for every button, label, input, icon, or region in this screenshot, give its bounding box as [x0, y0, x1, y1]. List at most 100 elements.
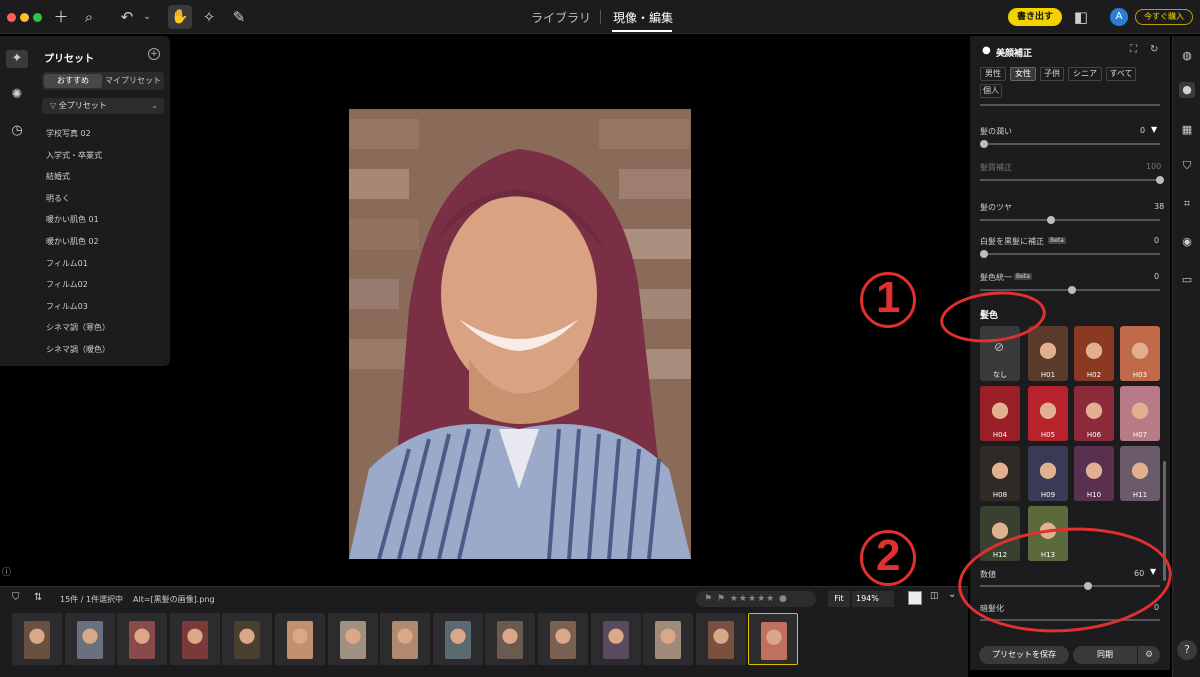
filmstrip-thumbnail[interactable] [538, 613, 588, 665]
help-icon[interactable]: ? [1177, 640, 1197, 660]
slider-track[interactable] [980, 179, 1160, 181]
chevron-down-icon[interactable]: ⌄ [948, 589, 956, 600]
filter-chip[interactable]: 個人 [980, 84, 1002, 98]
preset-item[interactable]: シネマ調（寒色） [46, 322, 110, 333]
add-icon[interactable]: ＋ [52, 8, 70, 26]
filmstrip-thumbnail[interactable] [380, 613, 431, 665]
rating-stars[interactable]: ⚑ ⚑ ★★★★★ ● [696, 591, 816, 607]
hand-tool-icon[interactable]: ✋ [168, 5, 192, 29]
hair-color-swatch[interactable]: H10 [1074, 446, 1114, 501]
preset-item[interactable]: 学校写真 02 [46, 128, 91, 139]
chevron-down-icon[interactable]: ⌄ [138, 8, 156, 26]
minimize-window-button[interactable] [20, 13, 29, 22]
hair-color-swatch[interactable]: H02 [1074, 326, 1114, 381]
preset-item[interactable]: フィルム03 [46, 301, 88, 312]
filter-sun-icon[interactable]: ✺ [8, 86, 26, 104]
filter-chip[interactable]: すべて [1106, 67, 1136, 81]
hair-color-swatch[interactable]: H01 [1028, 326, 1068, 381]
slider-track[interactable] [980, 253, 1160, 255]
zoom-level[interactable]: 194% [852, 591, 894, 607]
preset-item[interactable]: 入学式・卒業式 [46, 150, 102, 161]
filmstrip-thumbnail[interactable] [275, 613, 325, 665]
export-button[interactable]: 書き出す [1008, 8, 1062, 26]
palette-icon[interactable]: ◍ [1179, 48, 1195, 64]
before-after-icon[interactable]: ◫ [930, 591, 939, 601]
hair-color-swatch[interactable]: H06 [1074, 386, 1114, 441]
filter-icon[interactable]: ⛉ [12, 592, 20, 603]
filmstrip-thumbnail[interactable] [117, 613, 168, 665]
hair-color-swatch[interactable]: H03 [1120, 326, 1160, 381]
background-icon[interactable]: ▦ [1179, 122, 1195, 138]
avatar[interactable]: A [1110, 8, 1128, 26]
filmstrip-thumbnail[interactable] [64, 613, 115, 665]
slider-track[interactable] [980, 104, 1160, 106]
filmstrip-thumbnail[interactable] [695, 613, 746, 665]
filter-chip[interactable]: 男性 [980, 67, 1006, 81]
slider-knob[interactable] [1046, 216, 1055, 224]
preset-item[interactable]: フィルム01 [46, 258, 88, 269]
buy-now-button[interactable]: 今すぐ購入 [1135, 9, 1193, 25]
preset-item[interactable]: 暖かい肌色 02 [46, 236, 99, 247]
pen-icon[interactable]: ✎ [230, 8, 248, 26]
save-preset-button[interactable]: プリセットを保存 [979, 646, 1069, 664]
filmstrip-thumbnail[interactable] [643, 613, 694, 665]
preset-item[interactable]: シネマ調（暖色） [46, 344, 110, 355]
slider-knob[interactable] [1156, 176, 1164, 184]
add-preset-icon[interactable]: + [148, 48, 160, 60]
preset-sparkle-icon[interactable]: ✦ [6, 50, 28, 68]
slider-track[interactable] [980, 143, 1160, 145]
undo-icon[interactable]: ↶ [118, 8, 136, 26]
preset-filter-dropdown[interactable]: ▽ 全プリセット ⌄ [42, 98, 164, 114]
zoom-window-button[interactable] [33, 13, 42, 22]
filmstrip-thumbnail[interactable] [169, 613, 220, 665]
search-icon[interactable]: ⌕ [80, 8, 98, 26]
gear-icon[interactable]: ⚙ [1138, 646, 1160, 664]
hair-color-swatch[interactable]: H09 [1028, 446, 1068, 501]
hair-color-swatch[interactable]: H11 [1120, 446, 1160, 501]
compare-view-icon[interactable]: ◧ [1072, 8, 1090, 26]
slider-track[interactable] [980, 219, 1160, 221]
info-icon[interactable]: ⓘ [2, 565, 11, 578]
filmstrip-thumbnail[interactable] [12, 613, 62, 665]
filmstrip-thumbnail[interactable] [748, 613, 799, 665]
chevron-down-icon[interactable]: ▼ [1151, 125, 1157, 134]
fit-button[interactable]: Fit [828, 591, 850, 607]
filter-chip[interactable]: 女性 [1010, 67, 1036, 81]
folder-icon[interactable]: ▭ [1179, 272, 1195, 288]
fit-frame-icon[interactable]: ⛶ [1130, 44, 1137, 55]
clothing-icon[interactable]: ⛉ [1179, 158, 1195, 174]
tab-library[interactable]: ライブラリ [531, 9, 591, 26]
sync-button[interactable]: 同期 [1073, 646, 1137, 664]
hair-color-swatch[interactable]: H08 [980, 446, 1020, 501]
preset-item[interactable]: 明るく [46, 193, 70, 204]
photo-canvas[interactable] [349, 109, 691, 559]
tab-my-presets[interactable]: マイプリセット [104, 74, 162, 88]
filter-chip[interactable]: 子供 [1040, 67, 1064, 81]
slider-knob[interactable] [980, 140, 988, 148]
reset-icon[interactable]: ↻ [1150, 44, 1158, 55]
sort-icon[interactable]: ⇅ [34, 592, 42, 603]
filter-chip[interactable]: シニア [1068, 67, 1102, 81]
background-toggle-icon[interactable] [908, 591, 922, 605]
filmstrip-thumbnail[interactable] [327, 613, 378, 665]
crop-icon[interactable]: ⌗ [1179, 196, 1195, 212]
hair-color-swatch[interactable]: H05 [1028, 386, 1068, 441]
filmstrip-thumbnail[interactable] [590, 613, 641, 665]
filmstrip-thumbnail[interactable] [432, 613, 483, 665]
close-window-button[interactable] [7, 13, 16, 22]
slider-knob[interactable] [980, 250, 988, 258]
tab-recommended[interactable]: おすすめ [44, 74, 102, 88]
dropper-icon[interactable]: ✧ [200, 8, 218, 26]
preset-item[interactable]: 暖かい肌色 01 [46, 214, 99, 225]
history-icon[interactable]: ◷ [8, 122, 26, 140]
preset-item[interactable]: 結婚式 [46, 171, 70, 182]
camera-icon[interactable]: ◉ [1179, 234, 1195, 250]
tab-develop[interactable]: 現像・編集 [613, 9, 673, 26]
hair-color-swatch[interactable]: H07 [1120, 386, 1160, 441]
preset-item[interactable]: フィルム02 [46, 279, 88, 290]
hair-color-swatch[interactable]: H04 [980, 386, 1020, 441]
face-retouch-icon[interactable]: ● [1179, 82, 1195, 98]
filmstrip-thumbnail[interactable] [222, 613, 273, 665]
slider-knob[interactable] [1068, 286, 1076, 294]
filmstrip-thumbnail[interactable] [485, 613, 536, 665]
